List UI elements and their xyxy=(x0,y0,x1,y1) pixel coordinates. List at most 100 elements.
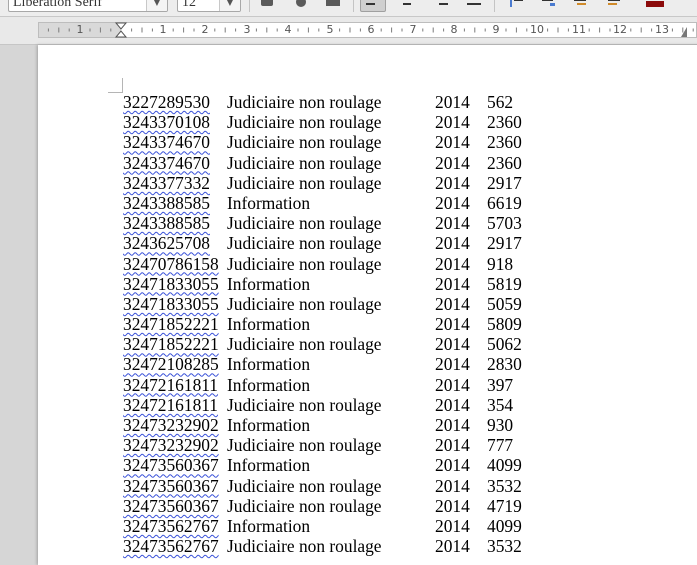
paragraph-spacing-icon[interactable] xyxy=(535,0,561,12)
text-boundary-corner xyxy=(108,78,123,93)
row-year: 2014 xyxy=(435,273,470,294)
ruler-label: 11 xyxy=(572,23,586,36)
row-type: Judiciaire non roulage xyxy=(227,394,382,415)
align-center-icon[interactable] xyxy=(394,0,420,12)
row-value: 2360 xyxy=(487,132,522,153)
row-id: 3243388585 xyxy=(123,192,210,213)
font-size-combo[interactable]: 12 ▼ xyxy=(177,0,241,12)
row-year: 2014 xyxy=(435,495,470,516)
row-type: Judiciaire non roulage xyxy=(227,435,382,456)
row-type: Judiciaire non roulage xyxy=(227,253,382,274)
row-id: 3243370108 xyxy=(123,112,210,133)
row-year: 2014 xyxy=(435,415,470,435)
row-value: 2360 xyxy=(487,152,522,173)
row-type: Judiciaire non roulage xyxy=(227,172,382,193)
row-value: 2360 xyxy=(487,112,522,133)
row-value: 918 xyxy=(487,253,514,274)
indent-icon[interactable] xyxy=(567,0,593,12)
row-type: Judiciaire non roulage xyxy=(227,112,382,133)
row-value: 3532 xyxy=(487,536,522,557)
toolbar-separator xyxy=(249,0,250,12)
row-type: Judiciaire non roulage xyxy=(227,475,382,496)
row-id: 32472161811 xyxy=(123,374,219,395)
row-id: 32473562767 xyxy=(123,515,219,536)
row-value: 2830 xyxy=(487,354,522,375)
row-type: Judiciaire non roulage xyxy=(227,152,382,173)
chevron-down-icon[interactable]: ▼ xyxy=(219,0,240,11)
align-left-icon[interactable] xyxy=(360,0,386,12)
horizontal-ruler[interactable]: 1 1 2 3 4 5 6 7 8 9 10 11 12 13 xyxy=(0,17,697,45)
document-page[interactable]: 3227289530 Judiciaire non roulage 2014 562 3… xyxy=(38,45,697,565)
ruler-label: 7 xyxy=(409,23,417,36)
row-year: 2014 xyxy=(435,293,470,314)
row-value: 397 xyxy=(487,374,514,395)
row-type: Judiciaire non roulage xyxy=(227,213,382,234)
line-spacing-icon[interactable] xyxy=(503,0,529,12)
clear-formatting-icon[interactable] xyxy=(288,0,314,12)
row-id: 32473560367 xyxy=(123,495,219,516)
row-type: Judiciaire non roulage xyxy=(227,233,382,254)
row-value: 562 xyxy=(487,92,514,112)
justify-icon[interactable] xyxy=(461,0,487,12)
row-value: 4099 xyxy=(487,515,522,536)
row-year: 2014 xyxy=(435,475,470,496)
row-id: 3243374670 xyxy=(123,132,210,153)
row-year: 2014 xyxy=(435,536,470,557)
ruler-label: 4 xyxy=(284,23,292,36)
row-id: 32473560367 xyxy=(123,475,219,496)
row-type: Judiciaire non roulage xyxy=(227,495,382,516)
row-year: 2014 xyxy=(435,314,470,335)
row-year: 2014 xyxy=(435,132,470,153)
row-type: Information xyxy=(227,455,311,476)
row-year: 2014 xyxy=(435,152,470,173)
row-value: 2917 xyxy=(487,172,522,193)
row-year: 2014 xyxy=(435,172,470,193)
ruler-label: 3 xyxy=(243,23,251,36)
font-color-icon[interactable] xyxy=(642,0,668,12)
ruler-label: 6 xyxy=(367,23,375,36)
row-year: 2014 xyxy=(435,112,470,133)
row-value: 4099 xyxy=(487,455,522,476)
row-year: 2014 xyxy=(435,334,470,355)
align-right-icon[interactable] xyxy=(428,0,454,12)
row-id: 3243377332 xyxy=(123,172,210,193)
chevron-down-icon[interactable]: ▼ xyxy=(146,0,167,11)
row-id: 32471833055 xyxy=(123,273,219,294)
left-indent-marker[interactable] xyxy=(114,30,128,38)
row-year: 2014 xyxy=(435,253,470,274)
row-type: Information xyxy=(227,515,311,536)
row-value: 5819 xyxy=(487,273,522,294)
row-type: Judiciaire non roulage xyxy=(227,536,382,557)
ruler-label: 9 xyxy=(492,23,500,36)
tab-stop-marker[interactable] xyxy=(681,27,687,37)
toolbar-separator xyxy=(353,0,354,12)
row-value: 5809 xyxy=(487,314,522,335)
row-id: 32471852221 xyxy=(123,334,219,355)
first-line-indent-marker[interactable] xyxy=(114,22,128,30)
row-value: 4719 xyxy=(487,495,522,516)
row-year: 2014 xyxy=(435,374,470,395)
outdent-icon[interactable] xyxy=(601,0,627,12)
clone-formatting-icon[interactable] xyxy=(254,0,280,12)
row-id: 3243374670 xyxy=(123,152,210,173)
formatting-toolbar: Liberation Serif ▼ 12 ▼ xyxy=(0,0,697,17)
row-id: 32471852221 xyxy=(123,314,219,335)
toolbar-separator xyxy=(494,0,495,12)
row-id: 3243388585 xyxy=(123,213,210,234)
styles-icon[interactable] xyxy=(320,0,346,12)
row-type: Information xyxy=(227,273,311,294)
ruler-ticks xyxy=(47,22,694,38)
row-year: 2014 xyxy=(435,455,470,476)
row-type: Information xyxy=(227,354,311,375)
row-type: Judiciaire non roulage xyxy=(227,293,382,314)
row-year: 2014 xyxy=(435,515,470,536)
ruler-label: 8 xyxy=(450,23,458,36)
row-id: 32472108285 xyxy=(123,354,219,375)
font-name-combo[interactable]: Liberation Serif ▼ xyxy=(8,0,168,12)
row-value: 6619 xyxy=(487,192,522,213)
row-type: Judiciaire non roulage xyxy=(227,334,382,355)
row-id: 32473232902 xyxy=(123,415,219,435)
row-type: Judiciaire non roulage xyxy=(227,92,382,112)
ruler-label: 2 xyxy=(201,23,209,36)
row-id: 32473232902 xyxy=(123,435,219,456)
